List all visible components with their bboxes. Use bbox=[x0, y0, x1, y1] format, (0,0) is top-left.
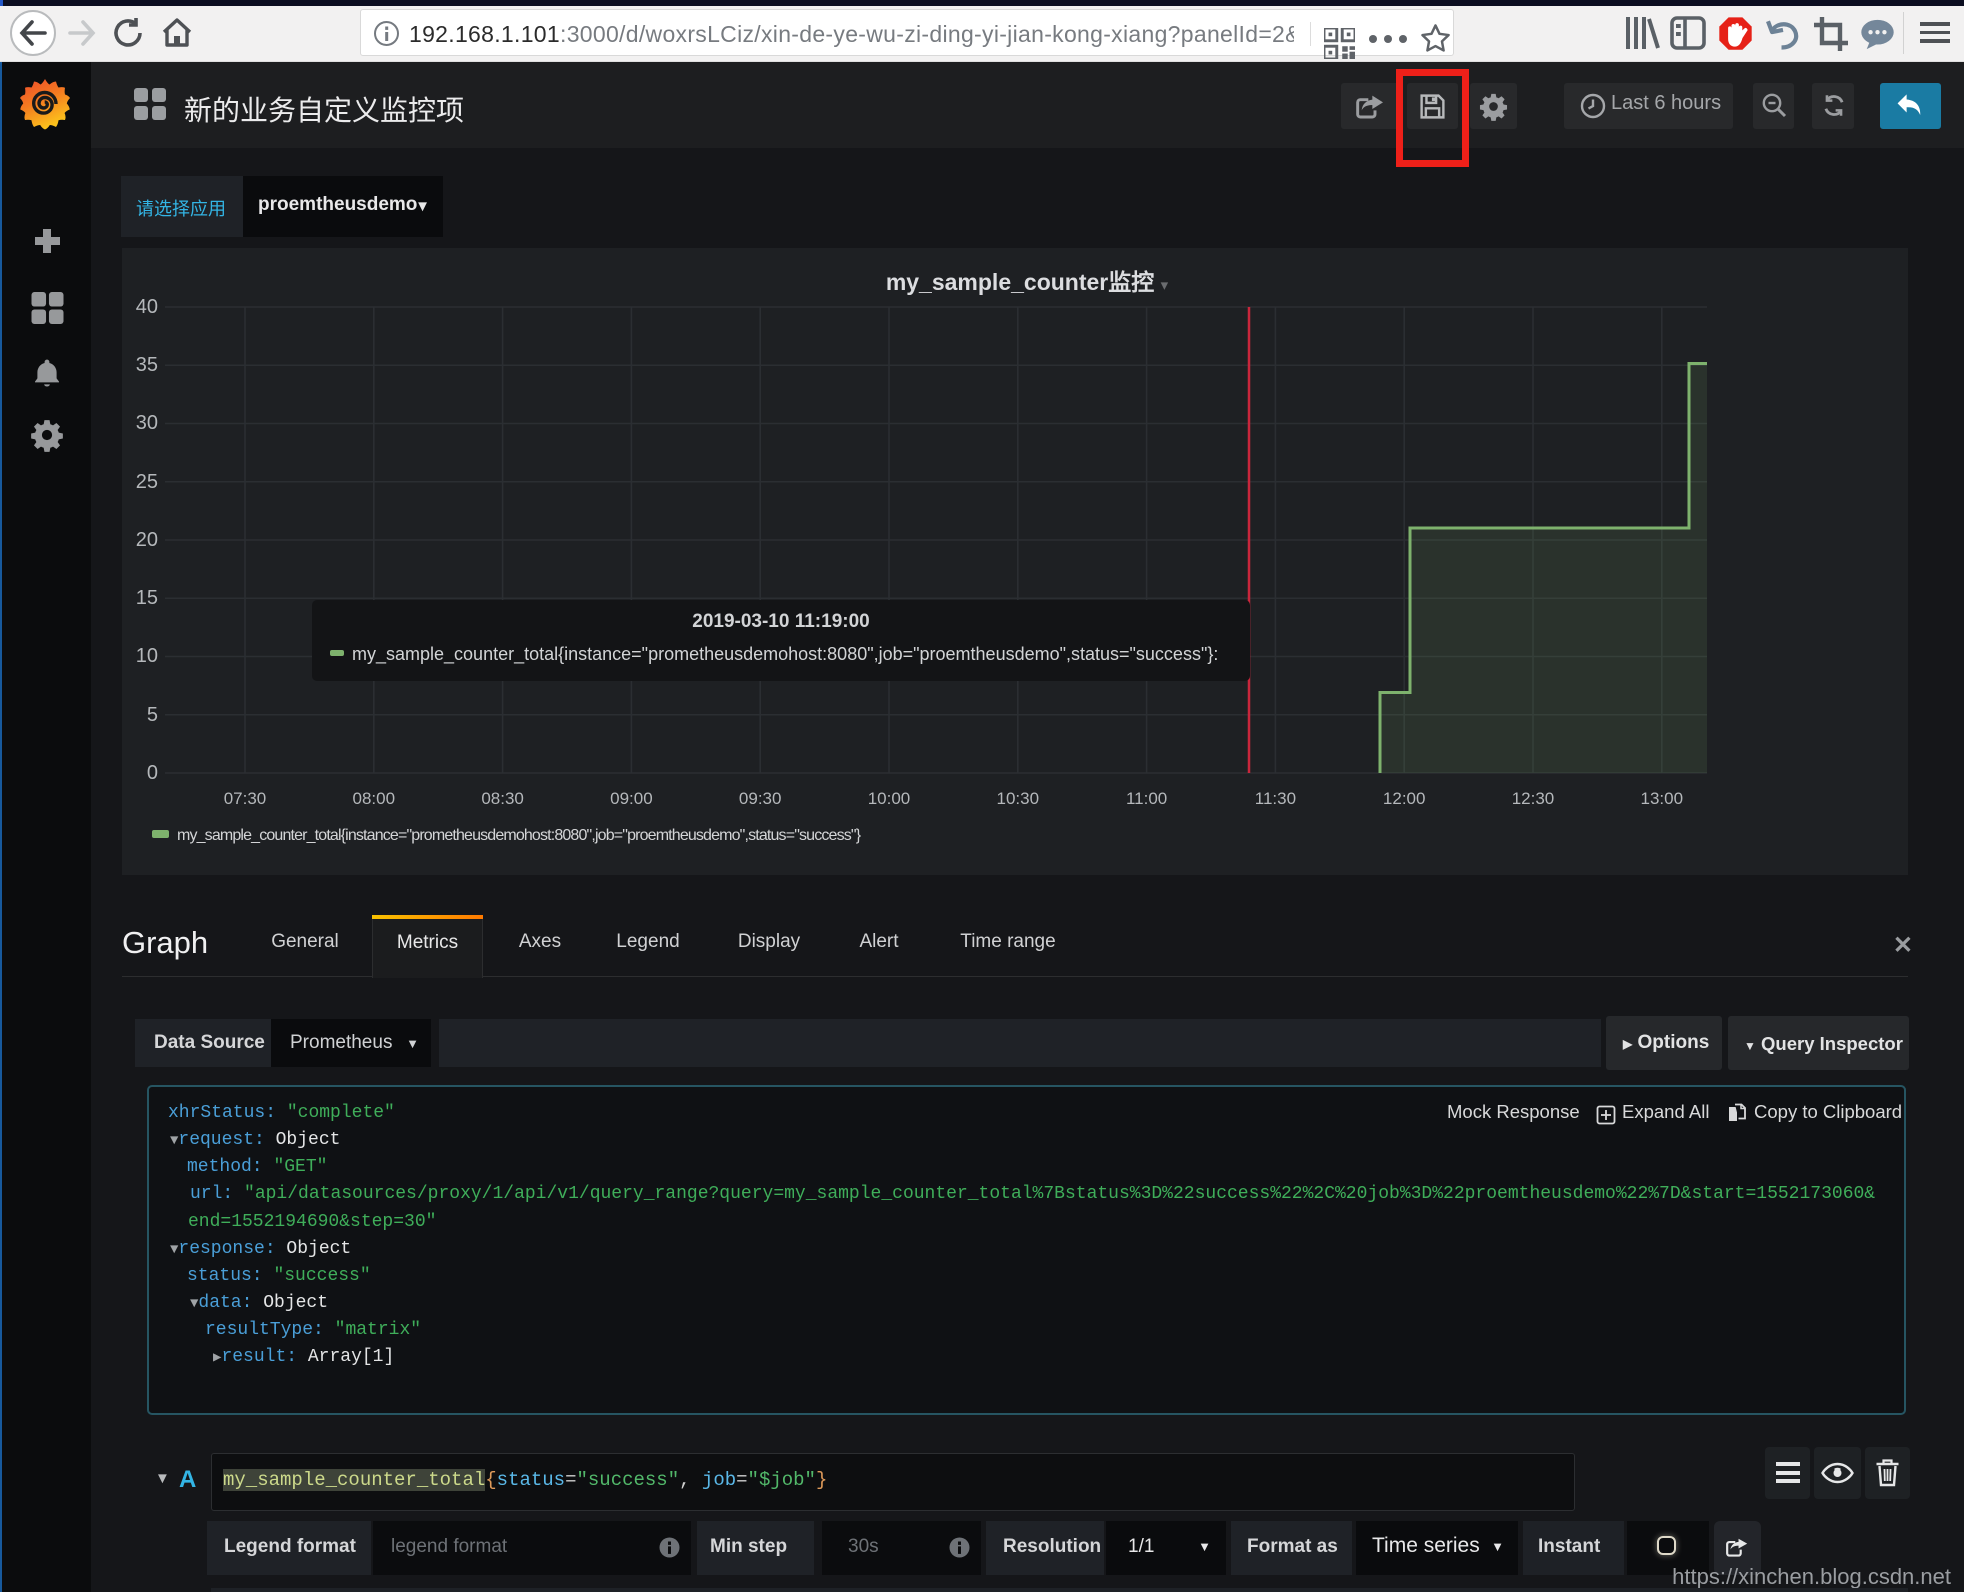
svg-text:35: 35 bbox=[136, 354, 158, 376]
svg-text:11:00: 11:00 bbox=[1126, 789, 1167, 808]
svg-text:08:00: 08:00 bbox=[353, 789, 396, 808]
svg-text:10:00: 10:00 bbox=[868, 789, 911, 808]
svg-text:30: 30 bbox=[136, 412, 158, 434]
svg-text:08:30: 08:30 bbox=[481, 789, 524, 808]
svg-text:07:30: 07:30 bbox=[224, 789, 267, 808]
svg-text:09:00: 09:00 bbox=[610, 789, 653, 808]
svg-text:0: 0 bbox=[147, 762, 158, 784]
svg-text:12:00: 12:00 bbox=[1383, 789, 1426, 808]
svg-text:15: 15 bbox=[136, 587, 158, 609]
svg-text:40: 40 bbox=[136, 296, 158, 318]
svg-text:10:30: 10:30 bbox=[997, 789, 1040, 808]
svg-text:12:30: 12:30 bbox=[1512, 789, 1555, 808]
svg-text:25: 25 bbox=[136, 471, 158, 493]
svg-text:13:00: 13:00 bbox=[1641, 789, 1684, 808]
svg-text:11:30: 11:30 bbox=[1255, 789, 1296, 808]
svg-text:09:30: 09:30 bbox=[739, 789, 782, 808]
svg-text:20: 20 bbox=[136, 529, 158, 551]
svg-text:10: 10 bbox=[136, 645, 158, 667]
svg-text:5: 5 bbox=[147, 704, 158, 726]
